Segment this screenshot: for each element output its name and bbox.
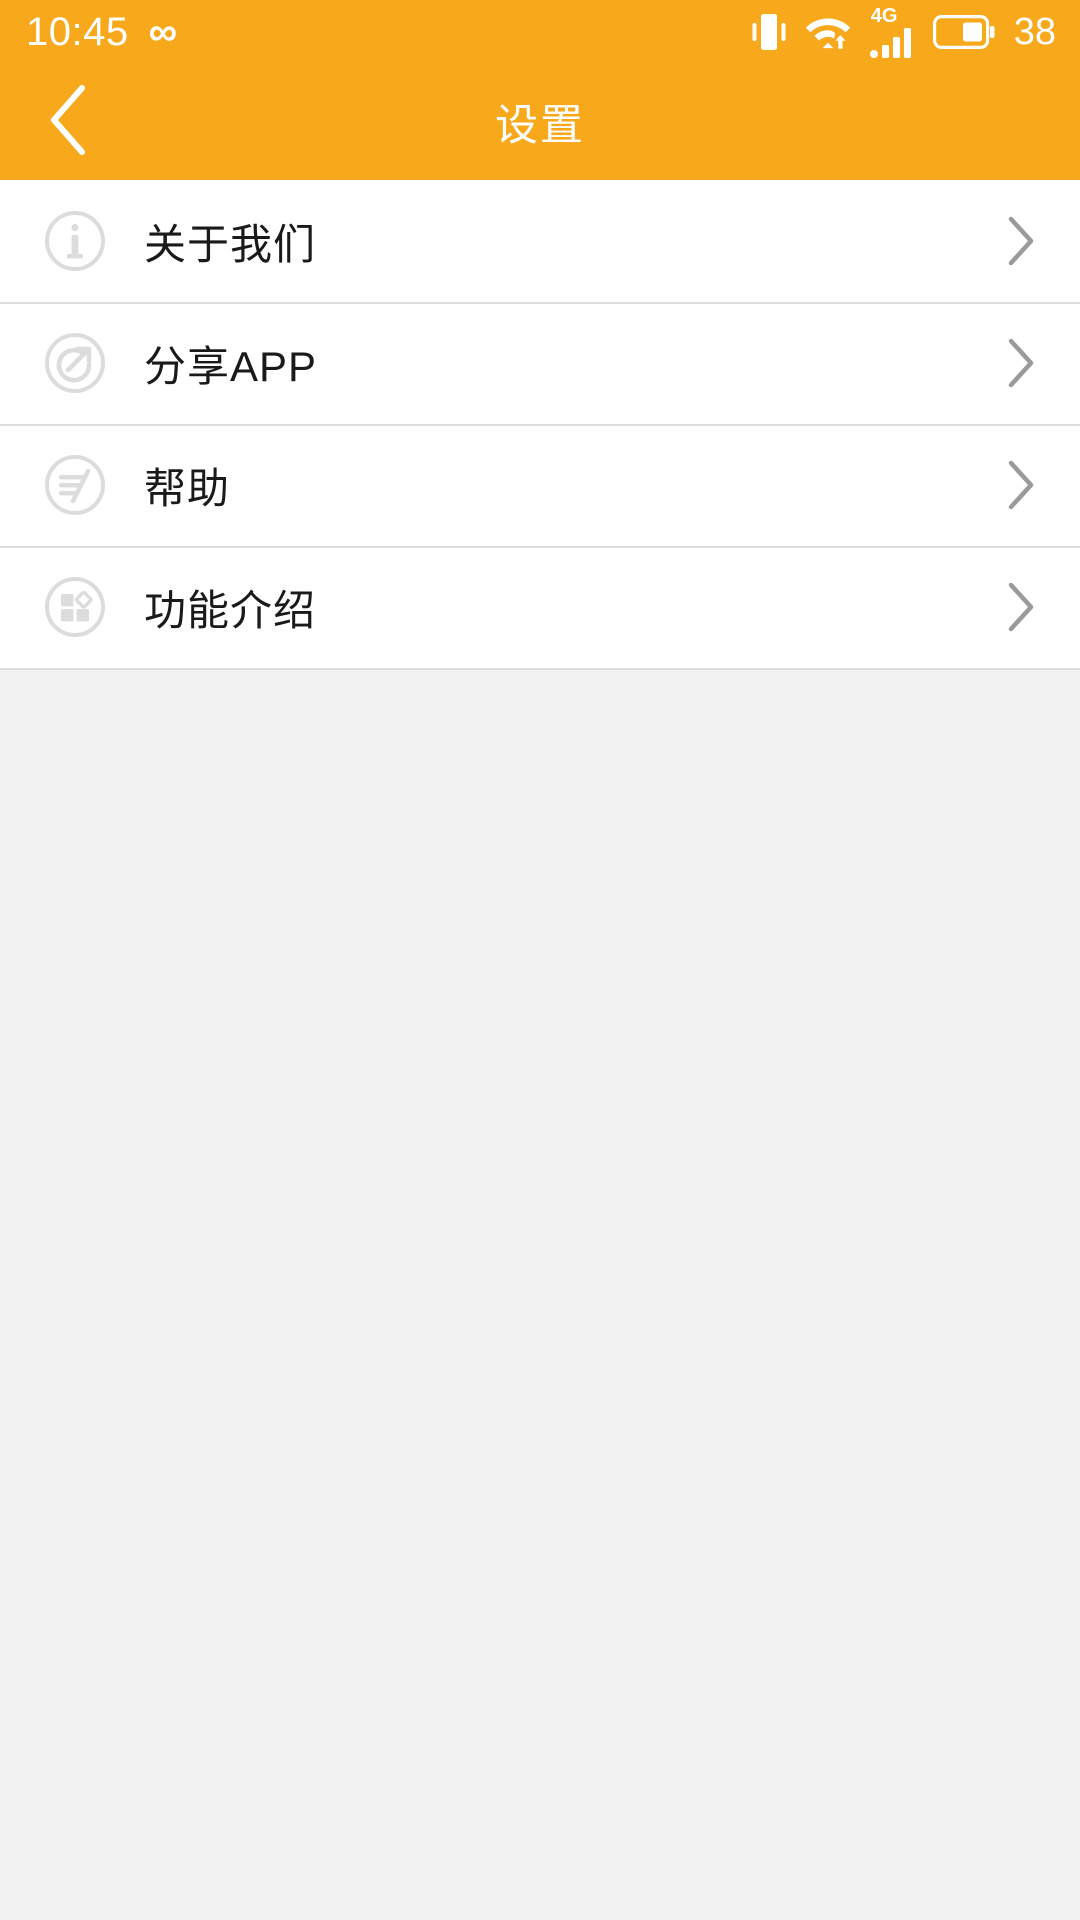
content-empty-area: [0, 670, 1080, 1920]
status-bar-right: 4G 38: [752, 6, 1056, 58]
page-title: 设置: [495, 102, 585, 150]
list-item-help[interactable]: 帮助: [0, 424, 1080, 546]
chevron-right-icon[interactable]: [998, 460, 1044, 510]
share-circle-icon: [44, 332, 106, 394]
chevron-right-icon[interactable]: [998, 216, 1044, 266]
status-bar-left: 10:45 ∞: [26, 10, 177, 54]
vibrate-icon: [752, 12, 786, 52]
settings-list: 关于我们 分享APP 帮助 功能介绍: [0, 180, 1080, 670]
wifi-icon: [805, 12, 851, 52]
chevron-right-icon[interactable]: [998, 338, 1044, 388]
network-type-label: 4G: [870, 5, 898, 27]
app-header: 设置: [0, 64, 1080, 180]
list-item-label: 帮助: [144, 464, 231, 512]
settings-screen: 10:45 ∞ 4G 38 设置 关于我们 分享APP 帮助 功能介绍: [0, 0, 1080, 1920]
status-bar: 10:45 ∞ 4G 38: [0, 0, 1080, 64]
list-item-label: 功能介绍: [144, 586, 317, 634]
back-button[interactable]: [14, 64, 124, 180]
infinity-icon: ∞: [148, 10, 177, 54]
chevron-left-icon: [46, 82, 92, 163]
list-item-feature-intro[interactable]: 功能介绍: [0, 546, 1080, 668]
list-item-about-us[interactable]: 关于我们: [0, 180, 1080, 302]
list-item-label: 关于我们: [144, 220, 317, 268]
help-lines-circle-icon: [44, 454, 106, 516]
battery-percent-label: 38: [1013, 11, 1056, 53]
info-circle-icon: [44, 210, 106, 272]
status-bar-clock: 10:45: [26, 10, 129, 54]
list-item-label: 分享APP: [144, 342, 318, 390]
chevron-right-icon[interactable]: [998, 582, 1044, 632]
signal-4g-icon: 4G: [869, 5, 914, 58]
grid-squares-circle-icon: [44, 576, 106, 638]
list-item-share-app[interactable]: 分享APP: [0, 302, 1080, 424]
battery-icon: [932, 15, 995, 49]
